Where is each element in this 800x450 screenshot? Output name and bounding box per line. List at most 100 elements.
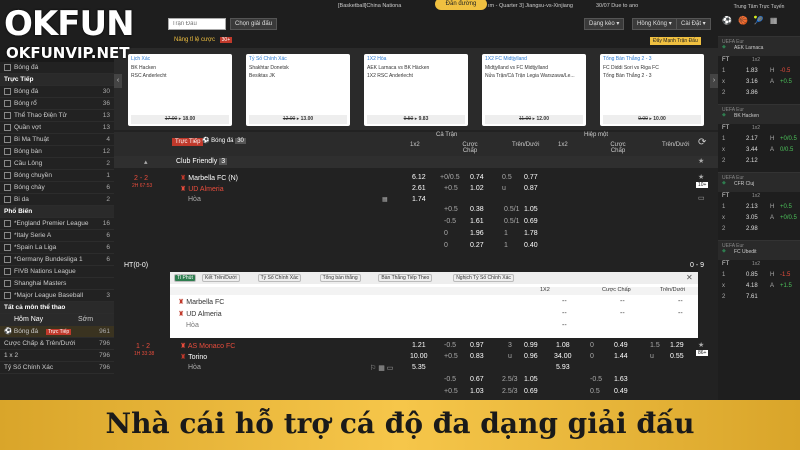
half-hdp-odd[interactable]: 1.44 — [614, 353, 628, 360]
status-pill[interactable]: Đăn đường — [435, 0, 487, 10]
refresh-icon[interactable]: ⟳ — [698, 137, 706, 148]
breadcrumb[interactable]: [Basketball]China Nationa — [338, 3, 401, 9]
sidebar-item[interactable]: Quần vợt 13 — [0, 122, 114, 134]
sidebar-item[interactable]: *Germany Bundesliga 1 6 — [0, 254, 114, 266]
tab-early[interactable]: Sớm — [78, 316, 93, 323]
hdp-odd[interactable]: 1.02 — [470, 185, 484, 192]
right-odds-row[interactable]: x 3.16 A +0.5 — [718, 78, 800, 89]
half-hdp-odd[interactable]: 1.63 — [614, 376, 628, 383]
ou-odd[interactable]: 1.05 — [524, 376, 538, 383]
half-odd-2[interactable]: 34.00 — [554, 353, 572, 360]
right-odds-row[interactable]: 1 2.13 H +0.5 — [718, 203, 800, 214]
sidebar-item[interactable]: *Spain La Liga 6 — [0, 242, 114, 254]
right-odds-row[interactable]: x 4.18 A +1.5 — [718, 282, 800, 293]
tab-today[interactable]: Hôm Nay — [14, 316, 43, 323]
league-row[interactable]: ▴ Club Friendly 3 ★ — [114, 156, 718, 168]
sidebar-item[interactable]: Bi Ma Thuật 4 — [0, 134, 114, 146]
half-hdp-odd[interactable]: 0.49 — [614, 388, 628, 395]
right-odds-row[interactable]: 2 3.86 — [718, 89, 800, 100]
hdp-odd[interactable]: 0.38 — [470, 206, 484, 213]
home-team[interactable]: ♜ Marbella FC (N) — [180, 174, 238, 182]
sidebar-item[interactable]: Shanghai Masters — [0, 278, 114, 290]
hdp-odd[interactable]: 0.74 — [470, 174, 484, 181]
sidebar-section-header[interactable]: Tất cả môn thể thao — [0, 302, 114, 314]
hdp-odd[interactable]: 1.03 — [470, 388, 484, 395]
right-odds-row[interactable]: 2 2.98 — [718, 225, 800, 236]
sub-market-tab[interactable]: Tỷ Số Chính Xác — [257, 274, 302, 282]
hdp-odd[interactable]: 1.96 — [470, 230, 484, 237]
right-team[interactable]: UEFA Eur ◆ BK Hacken — [718, 104, 800, 124]
half-ou-odd[interactable]: 1.29 — [670, 342, 684, 349]
odd-x[interactable]: 5.35 — [412, 364, 426, 371]
right-odds-row[interactable]: 1 0.85 H -1.5 — [718, 271, 800, 282]
next-arrow-icon[interactable]: › — [710, 74, 718, 88]
market-type-item[interactable]: Tỷ Số Chính Xác 796 — [0, 362, 114, 374]
sidebar-item[interactable]: Thể Thao Điện Tử 13 — [0, 110, 114, 122]
card-odds[interactable]: 17.00 ▸ 18.00 — [131, 115, 229, 124]
odds-type-dropdown[interactable]: Dạng kèo ▾ — [584, 18, 625, 30]
odd-2[interactable]: 10.00 — [410, 353, 428, 360]
sub-market-tab[interactable]: Bàn Thắng Tiếp Theo — [378, 274, 433, 282]
star-icon[interactable]: ★ — [698, 157, 704, 165]
sidebar-item[interactable]: *Italy Serie A 6 — [0, 230, 114, 242]
sidebar-item[interactable]: *Major League Baseball 3 — [0, 290, 114, 302]
sidebar-item[interactable]: Bóng đá 30 — [0, 86, 114, 98]
live-sport[interactable]: ⚽ Bóng đá 30 — [202, 137, 246, 144]
hdp-odd[interactable]: 0.67 — [470, 376, 484, 383]
right-odds-row[interactable]: 1 1.83 H -0.5 — [718, 67, 800, 78]
hdp-odd[interactable]: 1.61 — [470, 218, 484, 225]
search-input[interactable] — [168, 18, 226, 30]
sidebar-section-header[interactable]: Phổ Biến — [0, 206, 114, 218]
promo-bar[interactable]: Nâng tỉ lệ cược 30+ — [174, 37, 233, 43]
right-match[interactable]: UEFA Eur ◆ CFR Cluj FT 1x2 1 2.13 H +0.5 x 3.05 A +0… — [718, 172, 800, 236]
sub-market-tab[interactable]: Tổng bàn thắng — [319, 274, 361, 282]
right-odds-row[interactable]: 2 2.12 — [718, 157, 800, 168]
sub-market-tab[interactable]: Tỉ Phút — [174, 274, 196, 282]
sidebar-item[interactable]: Bóng chuyền 1 — [0, 170, 114, 182]
ou-odd[interactable]: 0.69 — [524, 218, 538, 225]
away-team[interactable]: ♜ UD Almeria — [180, 185, 224, 193]
boost-button[interactable]: Đẩy Mạnh Trận Đấu — [650, 37, 701, 45]
ou-odd[interactable]: 0.77 — [524, 174, 538, 181]
sidebar-item[interactable]: Bóng chày 6 — [0, 182, 114, 194]
ou-odd[interactable]: 0.40 — [524, 242, 538, 249]
ou-odd[interactable]: 0.96 — [524, 353, 538, 360]
odd-1[interactable]: 6.12 — [412, 174, 426, 181]
right-match[interactable]: UEFA Eur ◆ BK Hacken FT 1x2 1 2.17 H +0/0.5 x 3.44… — [718, 104, 800, 168]
sidebar-section-header[interactable]: Trực Tiếp — [0, 74, 114, 86]
selected-sport[interactable]: ⚽ Bóng đá Trực Tiếp 961 — [0, 326, 114, 338]
right-odds-row[interactable]: x 3.44 A 0/0.5 — [718, 146, 800, 157]
ou-odd[interactable]: 1.78 — [524, 230, 538, 237]
sidebar-item[interactable]: Bi da 2 — [0, 194, 114, 206]
stats-icon[interactable]: ▦ — [382, 196, 388, 203]
more-markets-button[interactable]: 86+ — [696, 350, 709, 356]
right-team[interactable]: UEFA Eur ◆ AEK Larnaca — [718, 36, 800, 56]
collapse-icon[interactable]: ▴ — [144, 158, 148, 166]
odd-x[interactable]: 1.74 — [412, 196, 426, 203]
market-type-item[interactable]: Cược Chấp & Trên/Dưới 796 — [0, 338, 114, 350]
right-odds-row[interactable]: 1 2.17 H +0/0.5 — [718, 135, 800, 146]
sub-market-tab[interactable]: Nghịch Tỷ Số Chính Xác — [453, 274, 514, 282]
star-icon[interactable]: ★ — [698, 341, 704, 349]
live-label[interactable]: Trực Tiếp — [172, 138, 204, 146]
promo-card[interactable]: Tổng Bàn Thắng 2 - 3 FC Diddi Sori vs Rig… — [600, 54, 704, 126]
star-icon[interactable]: ★ — [698, 173, 704, 181]
promo-card[interactable]: Tỷ Số Chính Xác Shakhtar Donetsk Besiktas … — [246, 54, 350, 126]
settings-dropdown[interactable]: Cài Đặt ▾ — [676, 18, 711, 30]
promo-card[interactable]: 1X2 Hòa AEK Larnaca vs BK Häcken 1X2 RSC A… — [364, 54, 468, 126]
card-odds[interactable]: 11.00 ▸ 12.00 — [485, 115, 583, 124]
hdp-odd[interactable]: 0.27 — [470, 242, 484, 249]
ou-odd[interactable]: 0.87 — [524, 185, 538, 192]
card-odds[interactable]: 9.50 ▸ 9.83 — [367, 115, 465, 124]
sidebar-item[interactable]: Bóng rổ 36 — [0, 98, 114, 110]
hdp-odd[interactable]: 0.97 — [470, 342, 484, 349]
ou-odd[interactable]: 0.99 — [524, 342, 538, 349]
half-ou-odd[interactable]: 0.55 — [670, 353, 684, 360]
sidebar-item[interactable]: *England Premier League 16 — [0, 218, 114, 230]
half-odd-1[interactable]: 1.08 — [556, 342, 570, 349]
half-odd-x[interactable]: 5.93 — [556, 364, 570, 371]
right-team[interactable]: UEFA Eur ◆ CFR Cluj — [718, 172, 800, 192]
tv-icon[interactable]: ▭ — [698, 194, 705, 202]
hdp-odd[interactable]: 0.83 — [470, 353, 484, 360]
sidebar-item[interactable]: FIVB Nations League — [0, 266, 114, 278]
